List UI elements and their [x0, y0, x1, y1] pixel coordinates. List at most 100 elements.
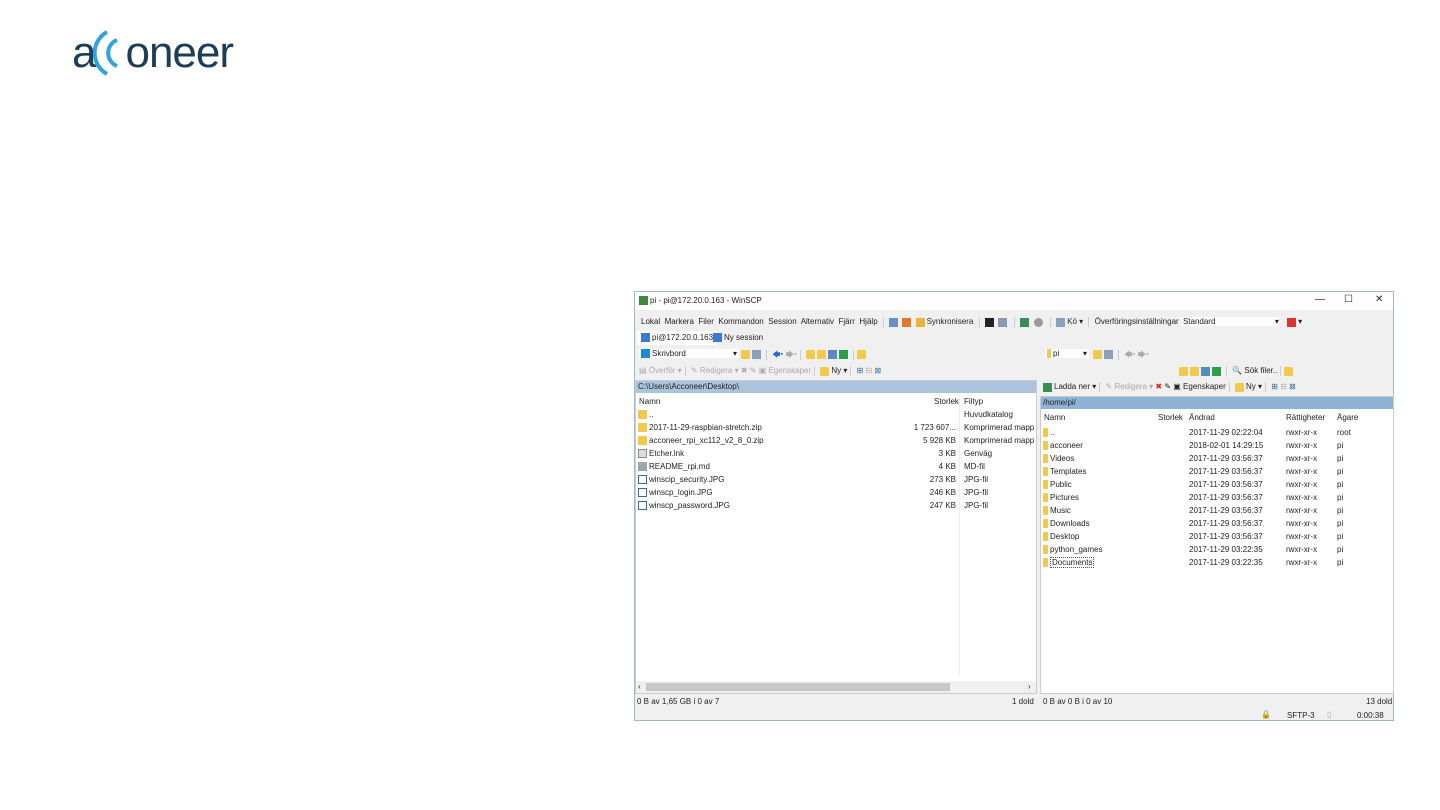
right-properties-button[interactable]: ▣ Egenskaper — [1173, 382, 1225, 391]
transfer-settings-select[interactable]: Standard ▾ — [1180, 317, 1279, 327]
queue-button[interactable]: Kö ▾ — [1056, 317, 1083, 327]
file-row[interactable]: 2017-11-29-raspbian-stretch.zip 1 723 607… — [638, 421, 1034, 434]
file-row[interactable]: winscp_login.JPG 246 KB JPG-fil — [638, 486, 1034, 499]
left-edit-button[interactable]: ✎ Redigera ▾ — [691, 366, 739, 375]
file-row[interactable]: .. Huvudkatalog — [638, 408, 1034, 421]
home-icon[interactable] — [1201, 366, 1210, 376]
tab-session[interactable]: pi@172.20.0.163 — [637, 331, 718, 345]
sync-browse-icon[interactable] — [902, 317, 912, 327]
scrollbar-thumb[interactable] — [646, 683, 950, 691]
folder-icon — [1043, 532, 1048, 542]
open-folder-icon[interactable] — [741, 350, 750, 360]
menu-kommandon[interactable]: Kommandon — [718, 317, 763, 326]
menu-filer[interactable]: Filer — [698, 317, 714, 326]
file-type: Genväg — [964, 449, 993, 458]
file-row[interactable]: Documents 2017-11-29 03:22:35 rwxr-xr-x pi — [1043, 556, 1391, 569]
back-button[interactable]: 🡄▾ — [772, 350, 783, 359]
root-dir-icon[interactable] — [1190, 366, 1199, 376]
file-row[interactable]: Public 2017-11-29 03:56:37 rwxr-xr-x pi — [1043, 478, 1391, 491]
gear-icon[interactable] — [1033, 317, 1043, 327]
horizontal-scrollbar[interactable]: ‹ › — [636, 681, 1036, 693]
menu-lokal[interactable]: Lokal — [641, 317, 660, 326]
filter-icon[interactable] — [752, 350, 761, 360]
back-button[interactable]: 🡄▾ — [1124, 350, 1135, 359]
folder-icon — [1043, 480, 1048, 490]
column-changed[interactable]: Ändrad — [1189, 413, 1215, 422]
close-button[interactable]: ✕ — [1375, 294, 1383, 305]
file-row[interactable]: Etcher.lnk 3 KB Genväg — [638, 447, 1034, 460]
menu-hjalp[interactable]: Hjälp — [859, 317, 877, 326]
file-row[interactable]: acconeer_rpi_xc112_v2_8_0.zip 5 928 KB Kom… — [638, 434, 1034, 447]
menu-alternativ[interactable]: Alternativ — [801, 317, 834, 326]
column-name[interactable]: Namn — [1044, 413, 1065, 422]
tree-icon[interactable] — [857, 350, 867, 360]
left-properties-button[interactable]: ▣ Egenskaper — [759, 366, 811, 375]
column-owner[interactable]: Ägare — [1337, 413, 1358, 422]
forward-button[interactable]: 🡆▾ — [786, 350, 797, 359]
file-row[interactable]: winscip_security.JPG 273 KB JPG-fil — [638, 473, 1034, 486]
right-drive-select[interactable]: pi ▾ — [1045, 349, 1089, 359]
file-row[interactable]: acconeer 2018-02-01 14:29:15 rwxr-xr-x pi — [1043, 439, 1391, 452]
terminal-icon[interactable] — [984, 317, 994, 327]
home-icon[interactable] — [828, 350, 838, 360]
upload-button[interactable]: ▤ Överför ▾ — [639, 366, 682, 375]
select-plus-icon[interactable]: ⊞ — [857, 366, 864, 375]
column-name[interactable]: Namn — [639, 397, 660, 406]
file-type: MD-fil — [964, 462, 985, 471]
file-row[interactable]: Desktop 2017-11-29 03:56:37 rwxr-xr-x pi — [1043, 530, 1391, 543]
transfer-profile-icon[interactable] — [1287, 317, 1297, 327]
file-row[interactable]: Pictures 2017-11-29 03:56:37 rwxr-xr-x pi — [1043, 491, 1391, 504]
menu-markera[interactable]: Markera — [665, 317, 694, 326]
file-row[interactable]: Videos 2017-11-29 03:56:37 rwxr-xr-x pi — [1043, 452, 1391, 465]
putty-icon[interactable] — [997, 317, 1007, 327]
filter-select-icon[interactable]: ⊠ — [1289, 382, 1296, 391]
session-time: 0:00:38 — [1357, 711, 1384, 720]
select-minus-icon[interactable]: ⊟ — [1280, 382, 1287, 391]
parent-dir-icon[interactable] — [1179, 366, 1188, 376]
find-files-button[interactable]: 🔍 Sök filer.. — [1232, 366, 1277, 375]
lock-icon: 🔒 — [1261, 710, 1271, 719]
left-drive-select[interactable]: Skrivbord ▾ — [639, 349, 739, 359]
file-rights: rwxr-xr-x — [1286, 558, 1318, 567]
column-rights[interactable]: Rättigheter — [1286, 413, 1325, 422]
column-size[interactable]: Storlek — [934, 397, 959, 406]
right-new-button[interactable]: Ny ▾ — [1234, 382, 1262, 392]
tab-new-session[interactable]: Ny session — [713, 333, 763, 343]
menu-session[interactable]: Session — [768, 317, 796, 326]
tree-icon[interactable] — [1284, 366, 1294, 376]
file-row[interactable]: python_games 2017-11-29 03:22:35 rwxr-xr-x… — [1043, 543, 1391, 556]
download-button[interactable]: Ladda ner ▾ — [1043, 382, 1096, 392]
forward-button[interactable]: 🡆▾ — [1138, 350, 1149, 359]
right-delete-button[interactable]: ✖ — [1155, 382, 1162, 391]
column-size[interactable]: Storlek — [1158, 413, 1183, 422]
maximize-button[interactable]: ☐ — [1344, 294, 1353, 305]
left-new-button[interactable]: Ny ▾ — [820, 366, 847, 376]
column-type[interactable]: Filtyp — [964, 397, 983, 406]
synchronize-button[interactable]: Synkronisera — [915, 317, 973, 327]
preferences-icon[interactable] — [1020, 317, 1030, 327]
folder-icon — [1043, 519, 1048, 529]
parent-dir-icon[interactable] — [806, 350, 816, 360]
menu-fjarr[interactable]: Fjärr — [839, 317, 855, 326]
file-name: Pictures — [1050, 493, 1079, 502]
select-plus-icon[interactable]: ⊞ — [1271, 382, 1278, 391]
refresh-icon[interactable] — [839, 350, 849, 360]
file-row[interactable]: winscp_password.JPG 247 KB JPG-fil — [638, 499, 1034, 512]
root-dir-icon[interactable] — [817, 350, 827, 360]
left-delete-button[interactable]: ✖ — [741, 366, 748, 375]
refresh-icon[interactable] — [1212, 366, 1221, 376]
select-minus-icon[interactable]: ⊟ — [866, 366, 873, 375]
file-row[interactable]: Downloads 2017-11-29 03:56:37 rwxr-xr-x pi — [1043, 517, 1391, 530]
file-row[interactable]: .. 2017-11-29 02:22:04 rwxr-xr-x root — [1043, 426, 1391, 439]
minimize-button[interactable]: — — [1315, 294, 1325, 305]
remote-path[interactable]: /home/pi/ — [1041, 397, 1393, 409]
compare-icon[interactable] — [889, 317, 899, 327]
filter-icon[interactable] — [1104, 350, 1113, 360]
filter-select-icon[interactable]: ⊠ — [875, 366, 882, 375]
file-row[interactable]: Templates 2017-11-29 03:56:37 rwxr-xr-x pi — [1043, 465, 1391, 478]
file-row[interactable]: Music 2017-11-29 03:56:37 rwxr-xr-x pi — [1043, 504, 1391, 517]
local-path[interactable]: C:\Users\Acconeer\Desktop\ — [636, 381, 1036, 393]
open-folder-icon[interactable] — [1093, 350, 1102, 360]
right-edit-button[interactable]: ✎ Redigera ▾ — [1106, 382, 1154, 391]
file-row[interactable]: README_rpi.md 4 KB MD-fil — [638, 460, 1034, 473]
